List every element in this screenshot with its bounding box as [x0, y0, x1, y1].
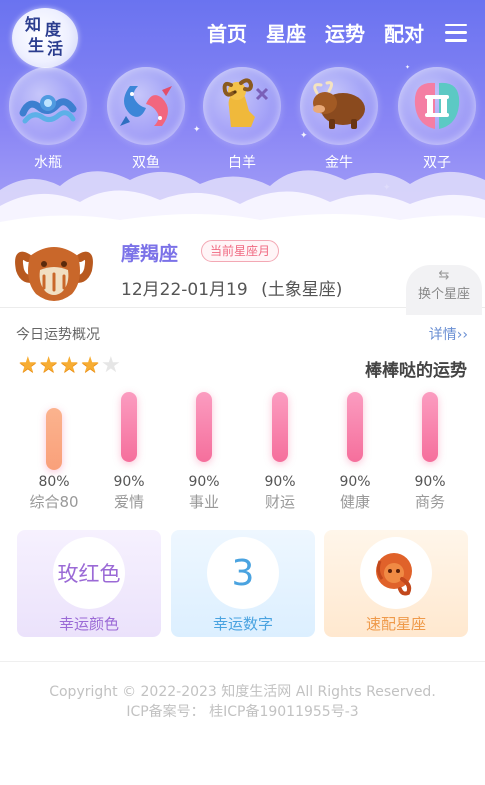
fortune-bar-column: 90% 商务 [392, 392, 468, 512]
footer: Copyright © 2022-2023 知度生活网 All Rights R… [0, 661, 485, 722]
swap-arrows-icon: ⇆ [438, 268, 450, 283]
fortune-bar-fill [422, 392, 438, 462]
star-filled-icon: ★ [59, 353, 80, 378]
current-sign-panel: 摩羯座 当前星座月 12月22-01月19 (土象星座) ⇆ 换个星座 [0, 232, 485, 315]
fortune-bar-fill [46, 408, 62, 470]
lucky-number-label: 幸运数字 [212, 615, 273, 633]
capricorn-icon [14, 240, 93, 306]
hamburger-menu-icon[interactable] [445, 23, 467, 42]
fortune-bar-track [121, 392, 137, 462]
fortune-bar-fill [196, 392, 212, 462]
lucky-color-disc: 玫红色 [53, 537, 125, 609]
best-match-label: 速配星座 [365, 615, 426, 633]
fortune-bar-track [347, 392, 363, 462]
fortune-bar-label: 事业 [188, 493, 219, 511]
fortune-bar-percent: 90% [414, 474, 446, 490]
fortune-bar-fill [272, 392, 288, 462]
fortune-bar-column: 80% 综合80 [16, 392, 92, 512]
pisces-icon [107, 67, 185, 145]
fortune-bar-track [272, 392, 288, 462]
current-sign-dates: 12月22-01月19 (土象星座) [121, 275, 342, 300]
nav-constellation[interactable]: 星座 [266, 18, 306, 47]
fortune-bar-label: 综合80 [29, 493, 79, 511]
fortune-overview-title: 今日运势概况 [16, 327, 100, 343]
logo-char: 生 [28, 36, 45, 55]
fortune-detail-link[interactable]: 详情›› [429, 324, 468, 344]
header-banner: 知 度 生 活 首页 星座 运势 配对 ✦ ✦ ✦ ✦ 水瓶 [0, 0, 485, 230]
sign-element: (土象星座) [261, 280, 343, 300]
fortune-bars: 80% 综合80 90% 爱情 90% 事业 90% 财运 90% 健康 90% 商务 [0, 392, 485, 522]
nav-match[interactable]: 配对 [384, 18, 424, 47]
site-logo[interactable]: 知 度 生 活 [12, 8, 78, 68]
lucky-number-disc: 3 [207, 537, 279, 609]
fortune-bar-column: 90% 爱情 [91, 392, 167, 512]
fortune-bar-track [196, 392, 212, 462]
logo-char: 活 [47, 39, 64, 58]
fortune-bar-label: 商务 [414, 493, 445, 511]
cloud-decoration [0, 170, 485, 230]
fortune-bar-percent: 90% [339, 474, 371, 490]
nav-fortune[interactable]: 运势 [325, 18, 365, 47]
fortune-bar-label: 财运 [264, 493, 295, 511]
gemini-icon [398, 67, 476, 145]
switch-sign-button[interactable]: ⇆ 换个星座 [406, 265, 482, 315]
lucky-number-card[interactable]: 3 幸运数字 [171, 530, 315, 637]
aries-icon [203, 67, 281, 145]
fortune-summary: 棒棒哒的运势 [365, 361, 467, 381]
fortune-star-rating: ★ ★ ★ ★ ★ [18, 355, 122, 377]
lucky-color-card[interactable]: 玫红色 幸运颜色 [17, 530, 161, 637]
star-filled-icon: ★ [38, 353, 59, 378]
star-empty-icon: ★ [100, 353, 121, 378]
lucky-number-value: 3 [231, 552, 255, 594]
fortune-bar-percent: 80% [38, 474, 70, 490]
leo-icon [360, 537, 432, 609]
fortune-bar-track [422, 392, 438, 462]
top-nav: 首页 星座 运势 配对 [207, 18, 467, 47]
taurus-icon [300, 67, 378, 145]
fortune-bar-fill [347, 392, 363, 462]
fortune-bar-column: 90% 事业 [166, 392, 242, 512]
current-month-badge: 当前星座月 [201, 240, 280, 262]
fortune-bar-fill [121, 392, 137, 462]
fortune-bar-column: 90% 财运 [242, 392, 318, 512]
logo-char: 知 [25, 15, 42, 34]
switch-sign-label: 换个星座 [417, 287, 470, 302]
icp-text[interactable]: ICP备案号： 桂ICP备19011955号-3 [0, 702, 485, 722]
fortune-bar-column: 90% 健康 [317, 392, 393, 512]
lucky-color-label: 幸运颜色 [58, 615, 119, 633]
copyright-text: Copyright © 2022-2023 知度生活网 All Rights R… [49, 684, 436, 700]
nav-home[interactable]: 首页 [207, 18, 247, 47]
fortune-bar-percent: 90% [113, 474, 145, 490]
current-sign-name: 摩羯座 [121, 243, 179, 265]
best-match-card[interactable]: 速配星座 [324, 530, 468, 637]
fortune-bar-track [46, 400, 62, 470]
star-filled-icon: ★ [80, 353, 100, 378]
aquarius-icon [9, 67, 87, 145]
logo-char: 度 [45, 20, 62, 39]
lucky-color-value: 玫红色 [57, 562, 121, 586]
fortune-bar-percent: 90% [188, 474, 220, 490]
star-filled-icon: ★ [18, 353, 38, 378]
date-range: 12月22-01月19 [121, 280, 248, 300]
fortune-bar-label: 健康 [339, 493, 370, 511]
fortune-bar-label: 爱情 [113, 493, 144, 511]
fortune-bar-percent: 90% [264, 474, 296, 490]
